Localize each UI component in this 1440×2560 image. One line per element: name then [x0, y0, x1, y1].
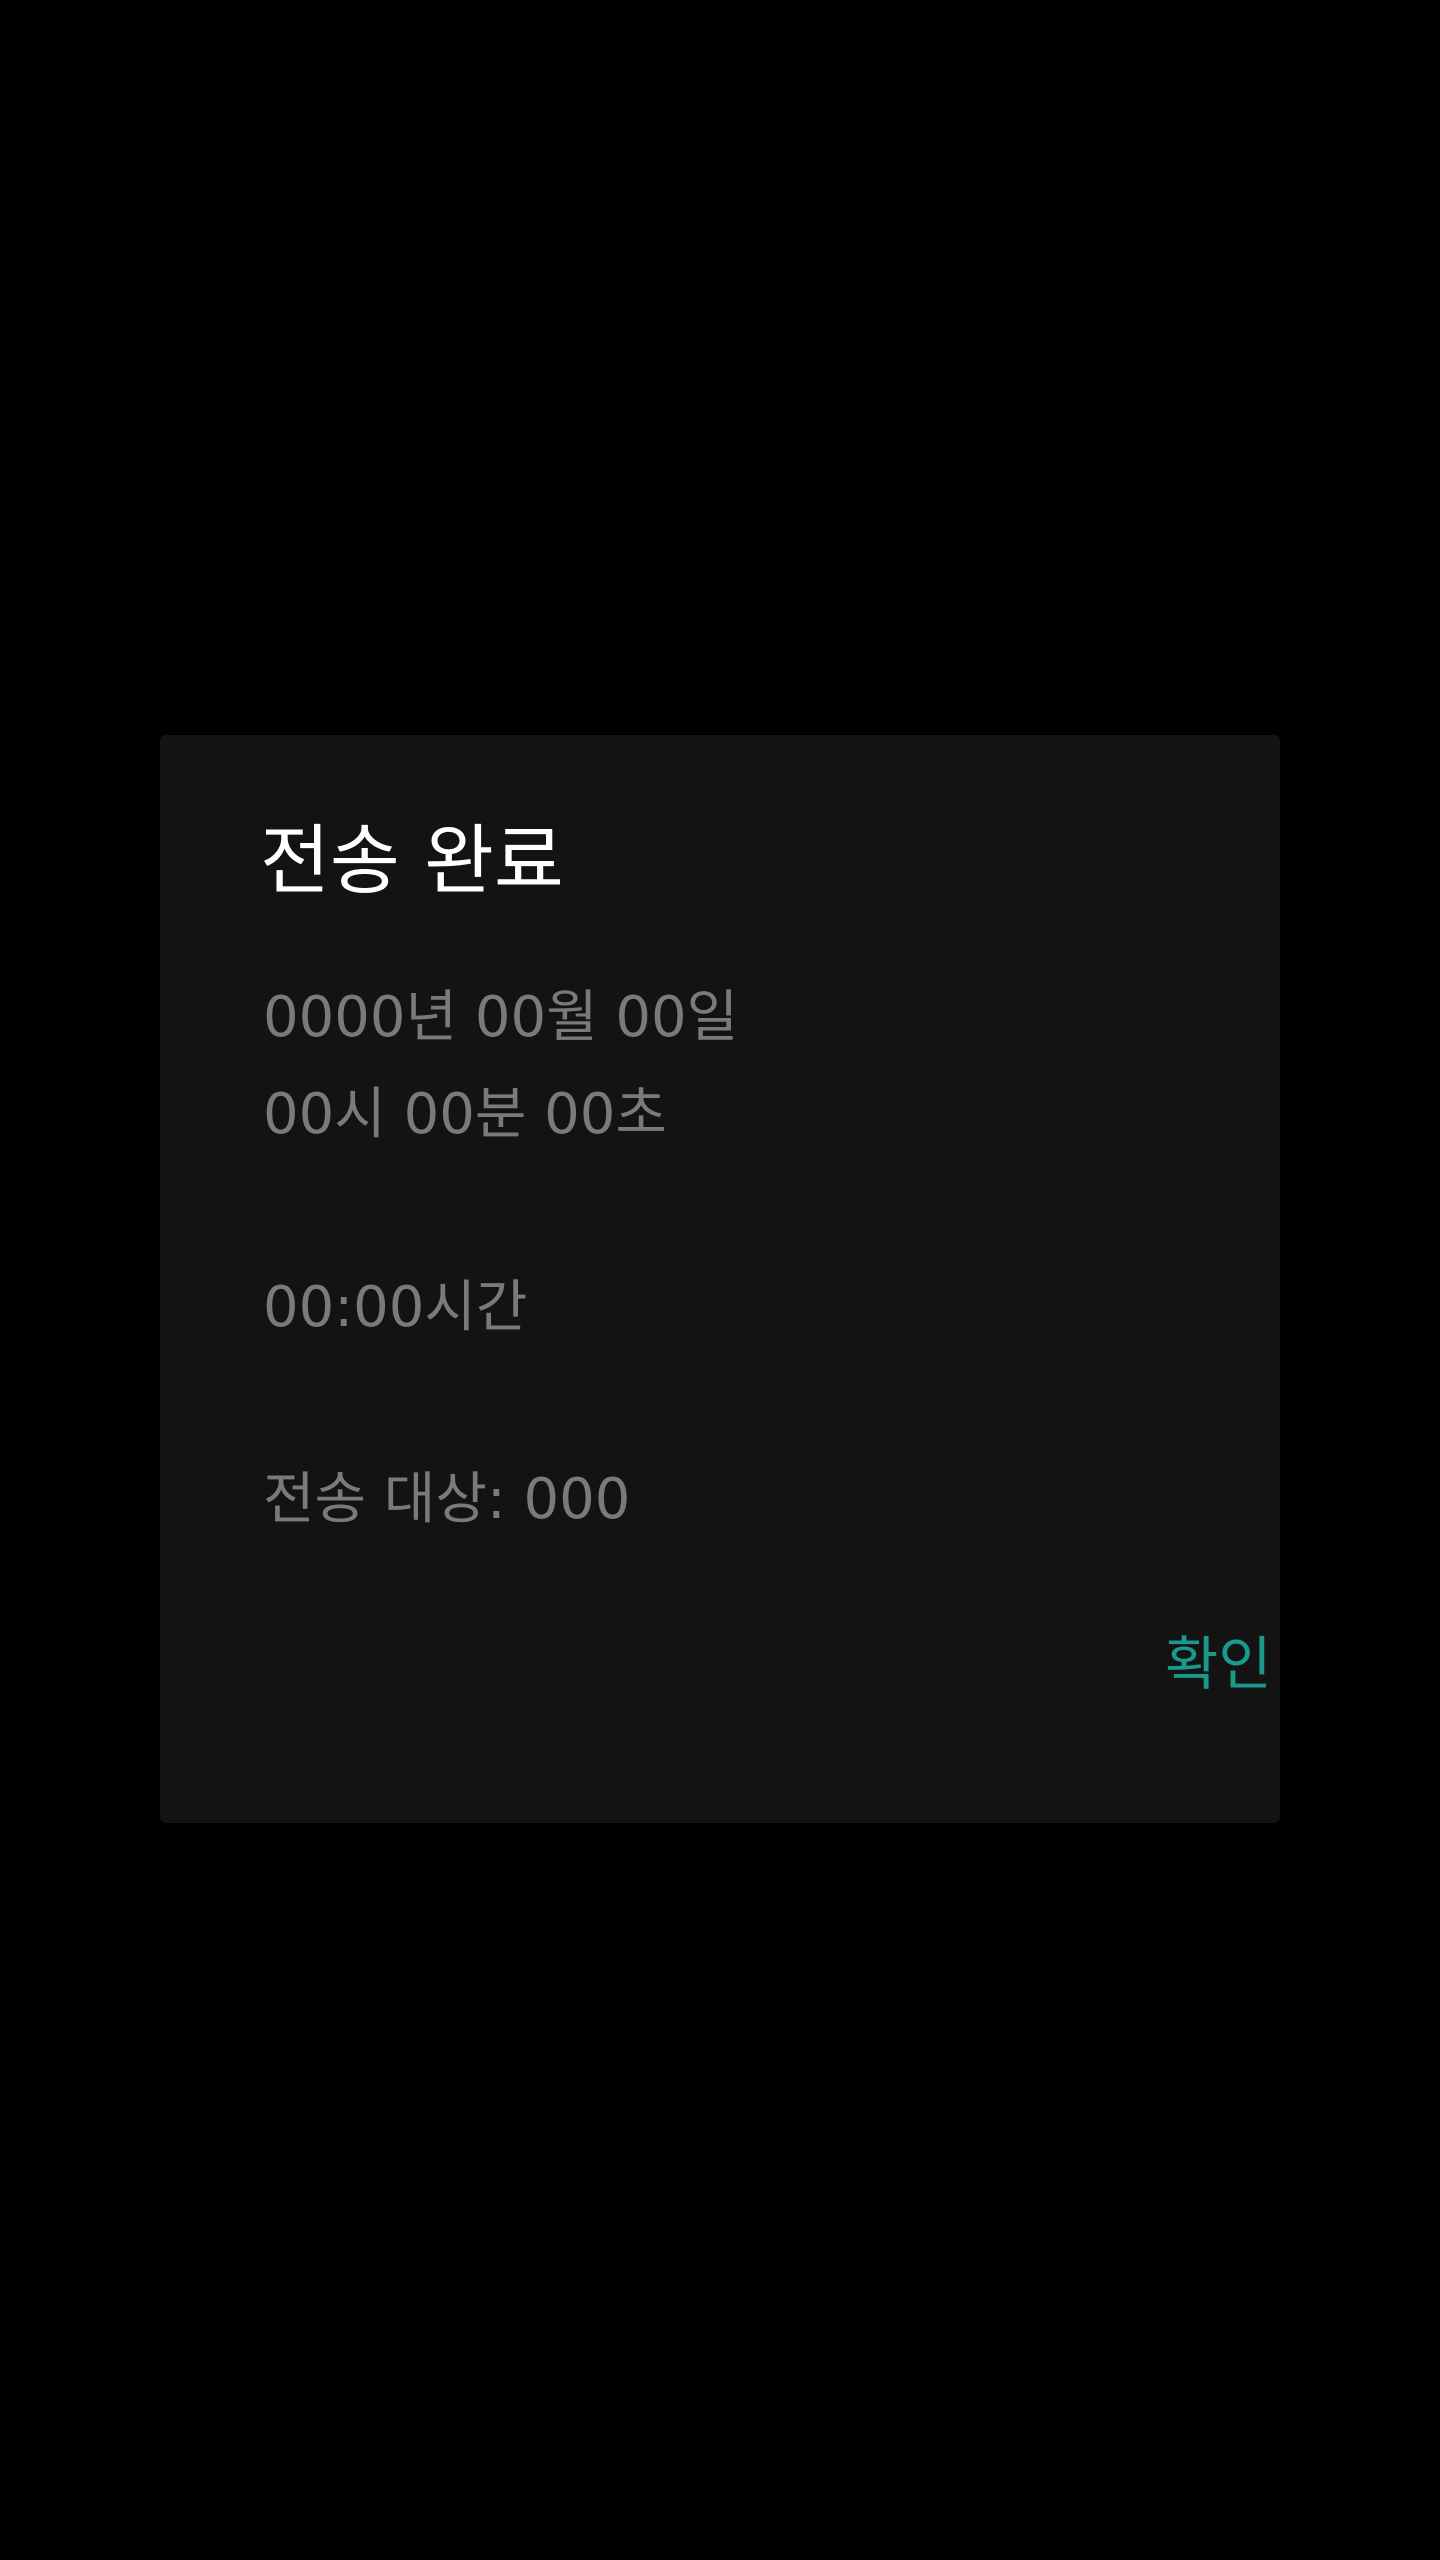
transfer-target: 전송 대상: 000 [263, 1467, 631, 1532]
transfer-complete-dialog: 전송 완료 0000년 00월 00일 00시 00분 00초 00:00시간 … [160, 735, 1280, 1823]
transfer-date: 0000년 00월 00일 [263, 985, 739, 1050]
transfer-time: 00시 00분 00초 [263, 1082, 667, 1147]
confirm-button[interactable]: 확인 [1165, 1635, 1272, 1693]
dialog-title: 전송 완료 [260, 816, 564, 905]
transfer-duration: 00:00시간 [263, 1275, 528, 1340]
